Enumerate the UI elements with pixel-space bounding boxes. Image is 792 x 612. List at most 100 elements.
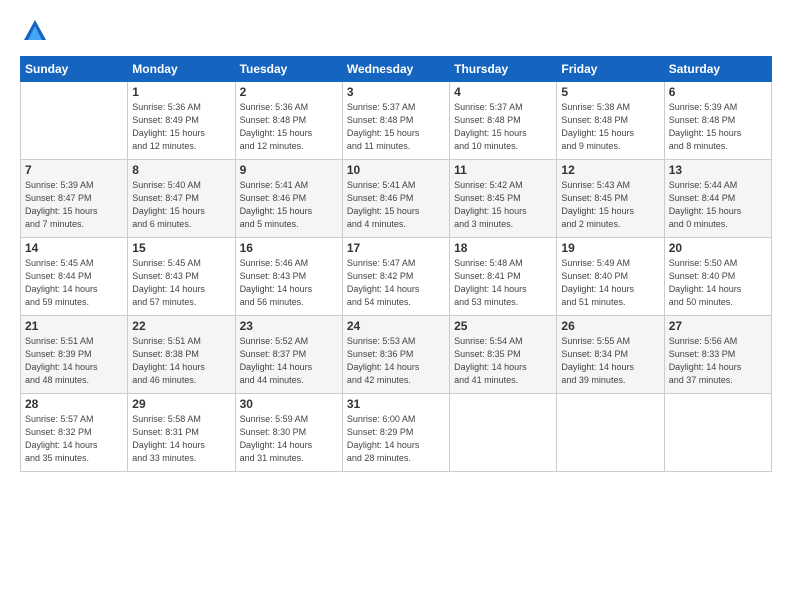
- header-thursday: Thursday: [450, 57, 557, 82]
- day-number: 9: [240, 163, 338, 177]
- week-row-4: 28Sunrise: 5:57 AM Sunset: 8:32 PM Dayli…: [21, 394, 772, 472]
- day-info: Sunrise: 5:37 AM Sunset: 8:48 PM Dayligh…: [347, 101, 445, 153]
- day-info: Sunrise: 5:59 AM Sunset: 8:30 PM Dayligh…: [240, 413, 338, 465]
- week-row-1: 7 Sunrise: 5:39 AM Sunset: 8:47 PM Daylig…: [21, 160, 772, 238]
- day-info: Sunrise: 5:44 AM Sunset: 8:44 PM Dayligh…: [669, 179, 767, 231]
- calendar-table: SundayMondayTuesdayWednesdayThursdayFrid…: [20, 56, 772, 472]
- calendar-cell: [664, 394, 771, 472]
- day-number: 12: [561, 163, 659, 177]
- calendar-cell: 11 Sunrise: 5:42 AM Sunset: 8:45 PM Dayli…: [450, 160, 557, 238]
- day-info: Sunrise: 5:41 AM Sunset: 8:46 PM Dayligh…: [240, 179, 338, 231]
- day-number: 25: [454, 319, 552, 333]
- calendar-cell: 31 Sunrise: 6:00 AM Sunset: 8:29 PM Dayli…: [342, 394, 449, 472]
- calendar-cell: 19Sunrise: 5:49 AM Sunset: 8:40 PM Dayli…: [557, 238, 664, 316]
- day-number: 22: [132, 319, 230, 333]
- calendar-cell: 21 Sunrise: 5:51 AM Sunset: 8:39 PM Dayli…: [21, 316, 128, 394]
- calendar-cell: 15 Sunrise: 5:45 AM Sunset: 8:43 PM Dayli…: [128, 238, 235, 316]
- calendar-cell: 1Sunrise: 5:36 AM Sunset: 8:49 PM Daylig…: [128, 82, 235, 160]
- day-info: Sunrise: 5:38 AM Sunset: 8:48 PM Dayligh…: [561, 101, 659, 153]
- day-number: 24: [347, 319, 445, 333]
- day-number: 17: [347, 241, 445, 255]
- day-info: Sunrise: 5:56 AM Sunset: 8:33 PM Dayligh…: [669, 335, 767, 387]
- day-number: 16: [240, 241, 338, 255]
- day-info: Sunrise: 5:55 AM Sunset: 8:34 PM Dayligh…: [561, 335, 659, 387]
- day-info: Sunrise: 5:51 AM Sunset: 8:39 PM Dayligh…: [25, 335, 123, 387]
- day-info: Sunrise: 5:39 AM Sunset: 8:47 PM Dayligh…: [25, 179, 123, 231]
- week-row-0: 1Sunrise: 5:36 AM Sunset: 8:49 PM Daylig…: [21, 82, 772, 160]
- header-sunday: Sunday: [21, 57, 128, 82]
- day-number: 23: [240, 319, 338, 333]
- calendar-cell: [557, 394, 664, 472]
- week-row-3: 21 Sunrise: 5:51 AM Sunset: 8:39 PM Dayli…: [21, 316, 772, 394]
- calendar-cell: 23 Sunrise: 5:52 AM Sunset: 8:37 PM Dayli…: [235, 316, 342, 394]
- day-number: 1: [132, 85, 230, 99]
- day-number: 10: [347, 163, 445, 177]
- day-number: 6: [669, 85, 767, 99]
- day-number: 15: [132, 241, 230, 255]
- day-info: Sunrise: 5:48 AM Sunset: 8:41 PM Dayligh…: [454, 257, 552, 309]
- day-info: Sunrise: 5:58 AM Sunset: 8:31 PM Dayligh…: [132, 413, 230, 465]
- header-saturday: Saturday: [664, 57, 771, 82]
- day-number: 4: [454, 85, 552, 99]
- calendar-cell: 4Sunrise: 5:37 AM Sunset: 8:48 PM Daylig…: [450, 82, 557, 160]
- day-info: Sunrise: 5:41 AM Sunset: 8:46 PM Dayligh…: [347, 179, 445, 231]
- header: [20, 16, 772, 46]
- page: SundayMondayTuesdayWednesdayThursdayFrid…: [0, 0, 792, 612]
- calendar-cell: 10 Sunrise: 5:41 AM Sunset: 8:46 PM Dayli…: [342, 160, 449, 238]
- calendar-cell: 16 Sunrise: 5:46 AM Sunset: 8:43 PM Dayli…: [235, 238, 342, 316]
- calendar-cell: 2Sunrise: 5:36 AM Sunset: 8:48 PM Daylig…: [235, 82, 342, 160]
- day-info: Sunrise: 5:53 AM Sunset: 8:36 PM Dayligh…: [347, 335, 445, 387]
- week-row-2: 14 Sunrise: 5:45 AM Sunset: 8:44 PM Dayli…: [21, 238, 772, 316]
- calendar-cell: [450, 394, 557, 472]
- day-number: 20: [669, 241, 767, 255]
- logo-icon: [20, 16, 50, 46]
- day-info: Sunrise: 5:49 AM Sunset: 8:40 PM Dayligh…: [561, 257, 659, 309]
- day-info: Sunrise: 5:43 AM Sunset: 8:45 PM Dayligh…: [561, 179, 659, 231]
- calendar-cell: 17Sunrise: 5:47 AM Sunset: 8:42 PM Dayli…: [342, 238, 449, 316]
- calendar-cell: 30 Sunrise: 5:59 AM Sunset: 8:30 PM Dayli…: [235, 394, 342, 472]
- calendar-cell: 3 Sunrise: 5:37 AM Sunset: 8:48 PM Daylig…: [342, 82, 449, 160]
- day-number: 5: [561, 85, 659, 99]
- calendar-cell: 14 Sunrise: 5:45 AM Sunset: 8:44 PM Dayli…: [21, 238, 128, 316]
- header-monday: Monday: [128, 57, 235, 82]
- day-info: Sunrise: 5:54 AM Sunset: 8:35 PM Dayligh…: [454, 335, 552, 387]
- logo: [20, 16, 54, 46]
- header-friday: Friday: [557, 57, 664, 82]
- day-number: 30: [240, 397, 338, 411]
- day-number: 13: [669, 163, 767, 177]
- calendar-header: SundayMondayTuesdayWednesdayThursdayFrid…: [21, 57, 772, 82]
- day-info: Sunrise: 5:51 AM Sunset: 8:38 PM Dayligh…: [132, 335, 230, 387]
- day-number: 14: [25, 241, 123, 255]
- day-info: Sunrise: 6:00 AM Sunset: 8:29 PM Dayligh…: [347, 413, 445, 465]
- calendar-cell: 27Sunrise: 5:56 AM Sunset: 8:33 PM Dayli…: [664, 316, 771, 394]
- day-info: Sunrise: 5:45 AM Sunset: 8:43 PM Dayligh…: [132, 257, 230, 309]
- header-tuesday: Tuesday: [235, 57, 342, 82]
- calendar-cell: 6 Sunrise: 5:39 AM Sunset: 8:48 PM Daylig…: [664, 82, 771, 160]
- day-number: 21: [25, 319, 123, 333]
- day-number: 11: [454, 163, 552, 177]
- calendar-cell: 28Sunrise: 5:57 AM Sunset: 8:32 PM Dayli…: [21, 394, 128, 472]
- day-info: Sunrise: 5:46 AM Sunset: 8:43 PM Dayligh…: [240, 257, 338, 309]
- calendar-cell: [21, 82, 128, 160]
- day-info: Sunrise: 5:42 AM Sunset: 8:45 PM Dayligh…: [454, 179, 552, 231]
- day-info: Sunrise: 5:45 AM Sunset: 8:44 PM Dayligh…: [25, 257, 123, 309]
- day-info: Sunrise: 5:36 AM Sunset: 8:48 PM Dayligh…: [240, 101, 338, 153]
- calendar-cell: 13 Sunrise: 5:44 AM Sunset: 8:44 PM Dayli…: [664, 160, 771, 238]
- header-row: SundayMondayTuesdayWednesdayThursdayFrid…: [21, 57, 772, 82]
- day-number: 28: [25, 397, 123, 411]
- calendar-cell: 18Sunrise: 5:48 AM Sunset: 8:41 PM Dayli…: [450, 238, 557, 316]
- day-number: 26: [561, 319, 659, 333]
- day-number: 3: [347, 85, 445, 99]
- day-number: 8: [132, 163, 230, 177]
- day-number: 29: [132, 397, 230, 411]
- day-number: 31: [347, 397, 445, 411]
- day-info: Sunrise: 5:39 AM Sunset: 8:48 PM Dayligh…: [669, 101, 767, 153]
- calendar-cell: 12 Sunrise: 5:43 AM Sunset: 8:45 PM Dayli…: [557, 160, 664, 238]
- day-info: Sunrise: 5:52 AM Sunset: 8:37 PM Dayligh…: [240, 335, 338, 387]
- calendar-cell: 26 Sunrise: 5:55 AM Sunset: 8:34 PM Dayli…: [557, 316, 664, 394]
- day-info: Sunrise: 5:40 AM Sunset: 8:47 PM Dayligh…: [132, 179, 230, 231]
- calendar-body: 1Sunrise: 5:36 AM Sunset: 8:49 PM Daylig…: [21, 82, 772, 472]
- calendar-cell: 24 Sunrise: 5:53 AM Sunset: 8:36 PM Dayli…: [342, 316, 449, 394]
- day-number: 7: [25, 163, 123, 177]
- calendar-cell: 29 Sunrise: 5:58 AM Sunset: 8:31 PM Dayli…: [128, 394, 235, 472]
